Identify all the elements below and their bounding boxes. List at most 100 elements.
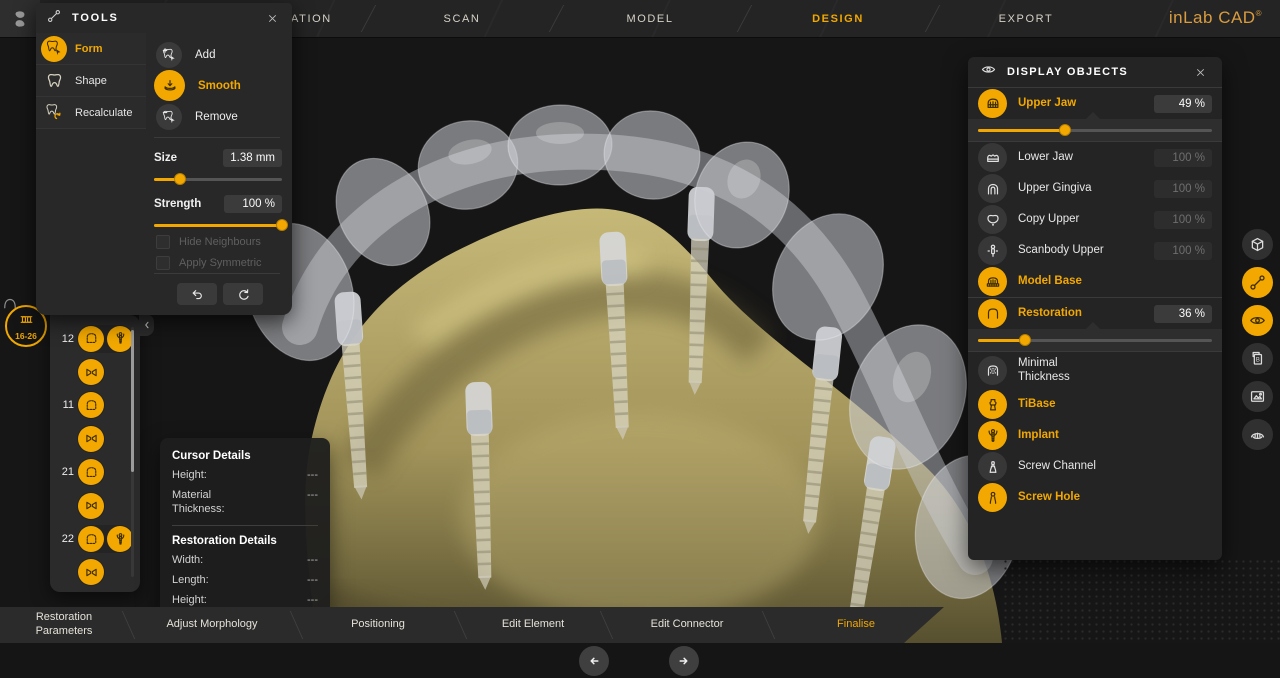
copy-upper-icon[interactable]: [978, 205, 1007, 234]
next-step-button[interactable]: [669, 646, 699, 676]
close-icon[interactable]: [1190, 62, 1210, 82]
checkbox-box[interactable]: [156, 256, 170, 270]
section-title: Restoration Details: [172, 535, 318, 547]
display-object-implant[interactable]: Implant: [968, 420, 1222, 451]
workflow-step-positioning[interactable]: Positioning: [296, 607, 460, 643]
connector-icon[interactable]: [78, 559, 104, 585]
tooth-icon-group: [77, 425, 105, 453]
implant-small-icon[interactable]: [107, 526, 133, 552]
restoration-opacity-slider[interactable]: [978, 334, 1212, 346]
model-base-icon[interactable]: [978, 267, 1007, 296]
tooth-remove-icon: [160, 108, 178, 126]
brush-remove[interactable]: Remove: [156, 101, 241, 132]
close-icon[interactable]: [262, 8, 282, 28]
nav-tab-export[interactable]: EXPORT: [932, 0, 1120, 37]
minimal-thickness-icon: [984, 362, 1002, 380]
checkbox-hide-neighbours[interactable]: Hide Neighbours: [156, 231, 262, 252]
workflow-step-edit-connector[interactable]: Edit Connector: [606, 607, 768, 643]
nav-tab-label: DESIGN: [812, 13, 864, 25]
sirona-logo[interactable]: [0, 0, 40, 37]
tooth-row-11: 11: [50, 389, 140, 422]
slider-value[interactable]: 1.38 mm: [223, 149, 282, 167]
screw-hole-icon[interactable]: [978, 483, 1007, 512]
workflow-step-adjust-morphology[interactable]: Adjust Morphology: [128, 607, 296, 643]
slider-knob[interactable]: [1059, 124, 1071, 136]
tooth-icon-group: [77, 525, 134, 553]
display-object-screw-channel[interactable]: Screw Channel: [968, 451, 1222, 482]
screw-hole-icon: [984, 489, 1002, 507]
lower-jaw-icon[interactable]: [978, 143, 1007, 172]
undo-button[interactable]: [177, 283, 217, 305]
scrollbar-thumb[interactable]: [131, 330, 134, 472]
view-cube-button[interactable]: [1242, 229, 1273, 260]
connector-icon[interactable]: [78, 493, 104, 519]
display-object-copy-upper[interactable]: Copy Upper100 %: [968, 204, 1222, 235]
workflow-step-edit-element[interactable]: Edit Element: [460, 607, 606, 643]
checkbox-apply-symmetric[interactable]: Apply Symmetric: [156, 252, 262, 273]
tooth-icon-group: [77, 458, 105, 486]
brush-smooth[interactable]: Smooth: [156, 70, 241, 101]
jaw-model-button[interactable]: [1242, 419, 1273, 450]
workflow-step-restoration-parameters[interactable]: Restoration Parameters: [0, 607, 128, 643]
tool-mode-form[interactable]: Form: [36, 33, 146, 65]
screw-channel-icon[interactable]: [978, 452, 1007, 481]
case-details-button[interactable]: B: [1242, 343, 1273, 374]
display-object-scanbody-upper[interactable]: Scanbody Upper100 %: [968, 235, 1222, 266]
screenshot-button[interactable]: [1242, 381, 1273, 412]
display-object-minimal-thickness[interactable]: Minimal Thickness: [968, 352, 1222, 389]
opacity-value: 49 %: [1154, 95, 1212, 113]
tool-mode-recalculate[interactable]: Recalculate: [36, 97, 146, 129]
slider-knob[interactable]: [276, 219, 288, 231]
display-object-label: Model Base: [1018, 275, 1212, 288]
minimal-thickness-icon[interactable]: [978, 356, 1007, 385]
display-object-tibase[interactable]: TiBase: [968, 389, 1222, 420]
workflow-step-label: Adjust Morphology: [166, 618, 257, 632]
connector-icon[interactable]: [78, 426, 104, 452]
display-object-upper-gingiva[interactable]: Upper Gingiva100 %: [968, 173, 1222, 204]
upper-jaw-icon[interactable]: [978, 89, 1007, 118]
display-object-model-base[interactable]: Model Base: [968, 266, 1222, 297]
slider-knob[interactable]: [174, 173, 186, 185]
tooth-number: 12: [50, 333, 74, 345]
nav-tab-design[interactable]: DESIGN: [744, 0, 932, 37]
display-object-screw-hole[interactable]: Screw Hole: [968, 482, 1222, 513]
screw-channel-icon: [984, 458, 1002, 476]
display-object-label: Upper Jaw: [1018, 97, 1143, 110]
display-object-lower-jaw[interactable]: Lower Jaw100 %: [968, 142, 1222, 173]
implant-icon[interactable]: [978, 421, 1007, 450]
crown-icon[interactable]: [78, 526, 104, 552]
strength-slider[interactable]: [154, 219, 282, 231]
nav-tab-model[interactable]: MODEL: [556, 0, 744, 37]
detail-label: Length:: [172, 574, 209, 588]
checkbox-box[interactable]: [156, 235, 170, 249]
collapse-strip-button[interactable]: [139, 314, 154, 336]
nav-tab-scan[interactable]: SCAN: [368, 0, 556, 37]
previous-step-button[interactable]: [579, 646, 609, 676]
brush-add[interactable]: Add: [156, 39, 241, 70]
redo-button[interactable]: [223, 283, 263, 305]
display-object-label: Lower Jaw: [1018, 151, 1143, 164]
crown-icon[interactable]: [78, 459, 104, 485]
crown-icon[interactable]: [78, 326, 104, 352]
detail-value: ---: [307, 574, 318, 586]
upper-jaw-opacity-slider[interactable]: [978, 124, 1212, 136]
tooth-strip-scrollbar[interactable]: [131, 327, 134, 577]
scanbody-icon[interactable]: [978, 236, 1007, 265]
detail-row-material-thickness: Material Thickness:---: [172, 489, 318, 517]
tibase-icon[interactable]: [978, 390, 1007, 419]
crown-icon[interactable]: [78, 392, 104, 418]
display-objects-button[interactable]: [1242, 305, 1273, 336]
tools-button[interactable]: [1242, 267, 1273, 298]
size-slider[interactable]: [154, 173, 282, 185]
tool-mode-shape[interactable]: Shape: [36, 65, 146, 97]
implant-small-icon[interactable]: [107, 326, 133, 352]
gingiva-icon[interactable]: [978, 174, 1007, 203]
copy-upper-icon: [984, 211, 1002, 229]
connector-icon[interactable]: [78, 359, 104, 385]
slider-value[interactable]: 100 %: [224, 195, 282, 213]
restoration-icon[interactable]: [978, 299, 1007, 328]
slider-knob[interactable]: [1019, 334, 1031, 346]
connector-icon: [83, 430, 100, 447]
tools-panel-header: TOOLS: [36, 3, 292, 33]
workflow-step-bar: Restoration Parameters Adjust Morphology P…: [0, 607, 944, 643]
